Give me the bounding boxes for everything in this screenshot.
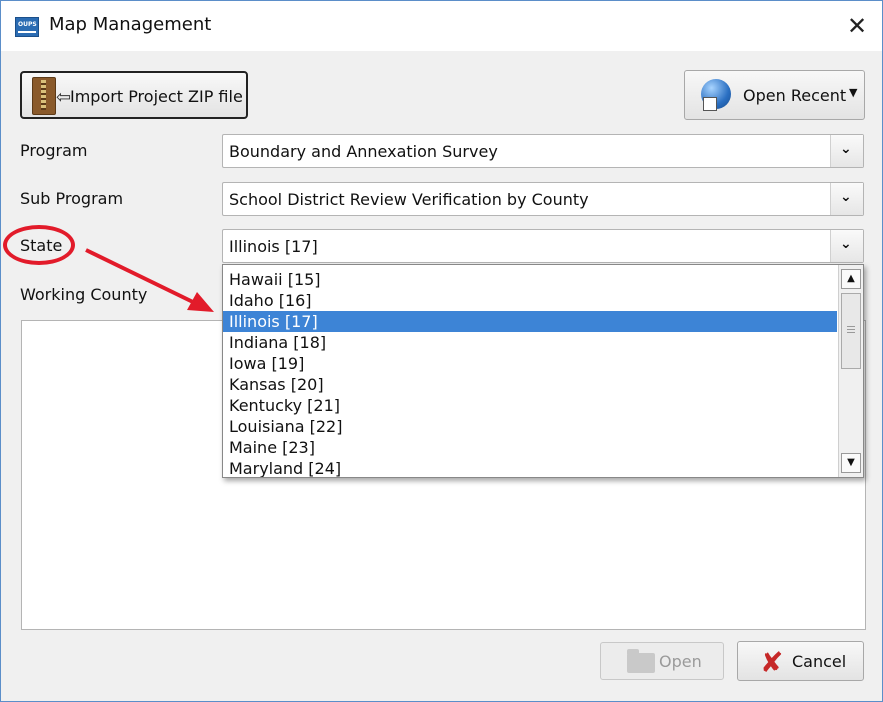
cancel-label: Cancel [792, 652, 847, 671]
open-button[interactable]: Open [600, 642, 724, 680]
folder-icon [627, 649, 655, 673]
annotation-arrow [85, 248, 214, 312]
cancel-x-icon: ✘ [760, 646, 784, 679]
open-label: Open [659, 652, 702, 671]
cancel-button[interactable]: ✘ Cancel [737, 641, 864, 681]
